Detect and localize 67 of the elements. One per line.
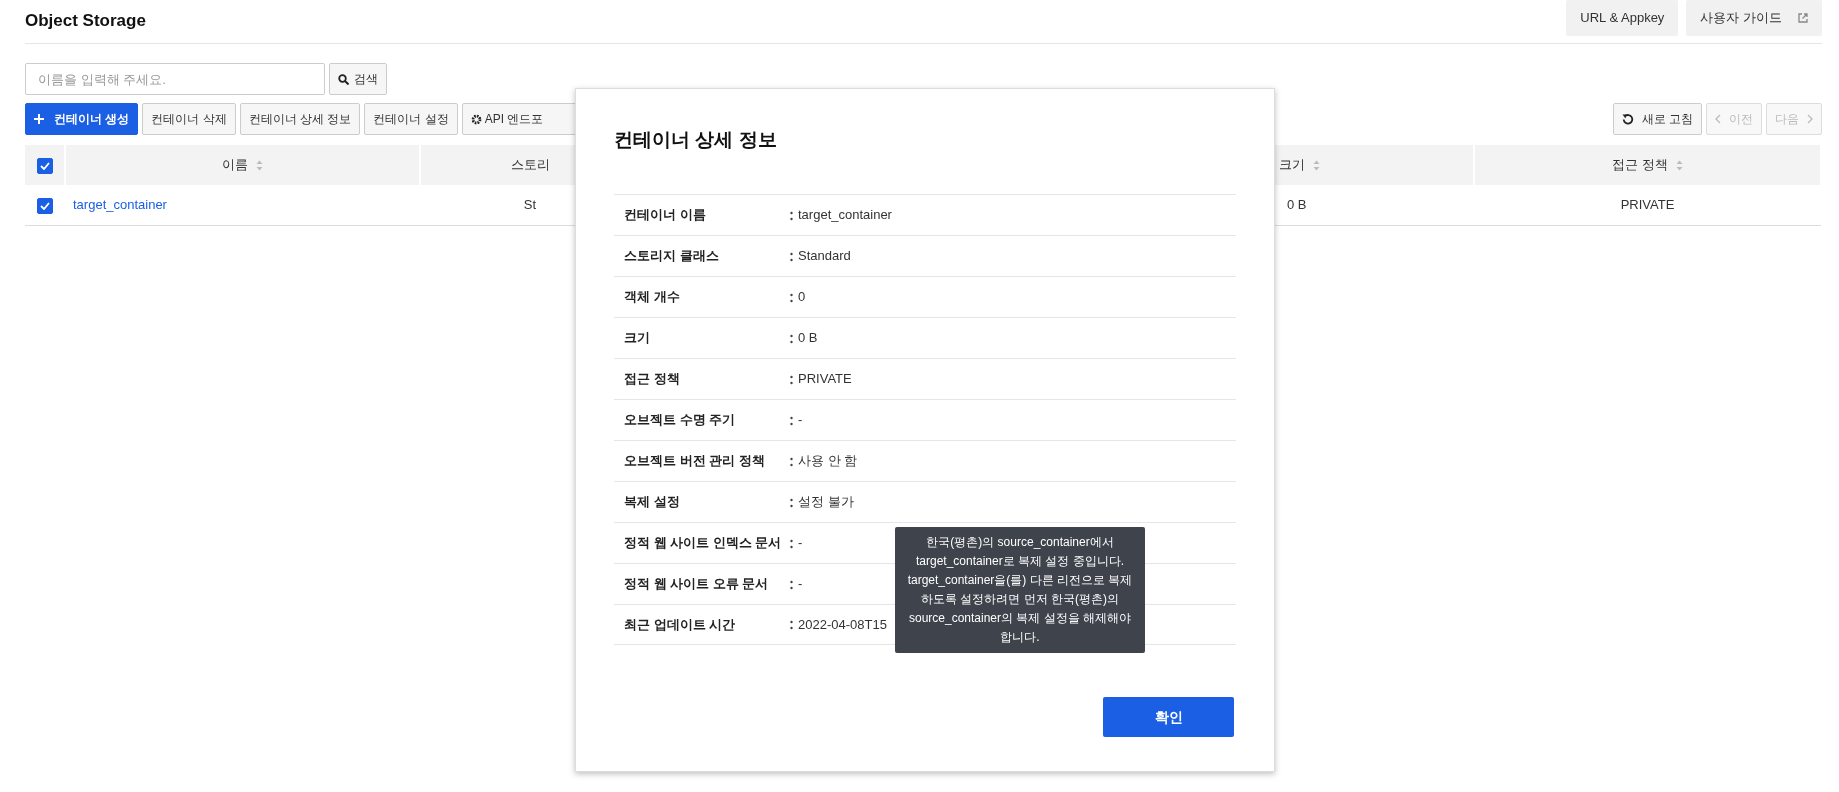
- tooltip: 한국(평촌)의 source_container에서 target_container로 복제 설정 중입니다. target_container을(를) 다른 리전으로 복제하도록 설정하려면 먼저 한국(평촌)의 source_container의 복제 설정을 해제해야 합니다.: [895, 527, 1145, 653]
- page-title: Object Storage: [25, 10, 146, 32]
- search-field[interactable]: 이름을 입력해 주세요.: [25, 63, 325, 95]
- colon-icon: [790, 333, 793, 344]
- column-header[interactable]: 이름: [222, 155, 248, 175]
- column-header[interactable]: 크기: [1279, 155, 1305, 175]
- field-label: 객체 개수: [624, 288, 681, 307]
- checkbox[interactable]: [37, 197, 53, 214]
- field-value: target_container: [798, 206, 892, 225]
- toolbar-button[interactable]: 컨테이너 설정: [364, 103, 458, 135]
- field-value: PRIVATE: [798, 370, 852, 389]
- field-label: 크기: [624, 329, 651, 348]
- toolbar-button[interactable]: 컨테이너 삭제: [142, 103, 236, 135]
- field-value: 설정 불가: [798, 493, 854, 512]
- field-label: 컨테이너 이름: [624, 206, 707, 225]
- field-value: 2022-04-08T15: [798, 615, 887, 634]
- confirm-button[interactable]: 확인: [1103, 697, 1234, 737]
- sort-icon: [1675, 159, 1683, 171]
- colon-icon: [790, 415, 793, 426]
- dialog-title: 컨테이너 상세 정보: [614, 129, 778, 152]
- field-label: 최근 업데이트 시간: [624, 615, 737, 634]
- column-header[interactable]: 스토리: [510, 155, 550, 175]
- field-value: Standard: [798, 247, 851, 266]
- refresh-icon: [1621, 113, 1634, 125]
- toolbar-button[interactable]: 컨테이너 상세 정보: [239, 103, 361, 135]
- colon-icon: [790, 456, 793, 467]
- colon-icon: [790, 374, 793, 385]
- refresh-button[interactable]: 새로 고침: [1612, 103, 1702, 135]
- field-label: 복제 설정: [624, 493, 681, 512]
- field-label: 접근 정책: [624, 370, 681, 389]
- sort-icon: [256, 159, 263, 171]
- gear-icon: [470, 113, 482, 125]
- checkbox[interactable]: [36, 157, 53, 174]
- check-icon: [40, 201, 50, 210]
- chevron-right-icon: [1807, 114, 1813, 124]
- colon-icon: [790, 497, 793, 508]
- field-label: 정적 웹 사이트 인덱스 문서: [624, 534, 783, 553]
- field-label: 오브젝트 버전 관리 정책: [624, 452, 766, 471]
- field-value: 0: [798, 288, 806, 307]
- sort-icon: [1313, 159, 1320, 171]
- toolbar-button[interactable]: 컨테이너 생성: [25, 103, 139, 135]
- column-header[interactable]: 접근 정책: [1612, 155, 1668, 175]
- header-button[interactable]: 사용자 가이드: [1686, 0, 1822, 36]
- header-button[interactable]: URL & Appkey: [1566, 0, 1679, 36]
- field-label: 스토리지 클래스: [624, 247, 720, 266]
- chevron-left-icon: [1715, 114, 1721, 124]
- colon-icon: [790, 620, 793, 631]
- table-cell: St: [523, 197, 537, 212]
- colon-icon: [790, 251, 793, 262]
- field-value: -: [798, 575, 803, 594]
- table-cell: PRIVATE: [1620, 197, 1675, 212]
- container-link[interactable]: target_container: [73, 197, 167, 212]
- colon-icon: [790, 210, 793, 221]
- field-value: 사용 안 함: [798, 452, 858, 471]
- field-value: 0 B: [798, 329, 818, 348]
- search-button[interactable]: 검색: [329, 63, 387, 95]
- colon-icon: [790, 579, 793, 590]
- search-icon: [338, 73, 349, 85]
- colon-icon: [790, 292, 793, 303]
- field-value: -: [798, 411, 803, 430]
- field-label: 정적 웹 사이트 오류 문서: [624, 575, 770, 594]
- plus-icon: [34, 114, 44, 124]
- field-value: -: [798, 534, 803, 553]
- field-label: 오브젝트 수명 주기: [624, 411, 737, 430]
- table-cell: 0 B: [1287, 197, 1307, 212]
- check-icon: [39, 161, 50, 170]
- colon-icon: [790, 538, 793, 549]
